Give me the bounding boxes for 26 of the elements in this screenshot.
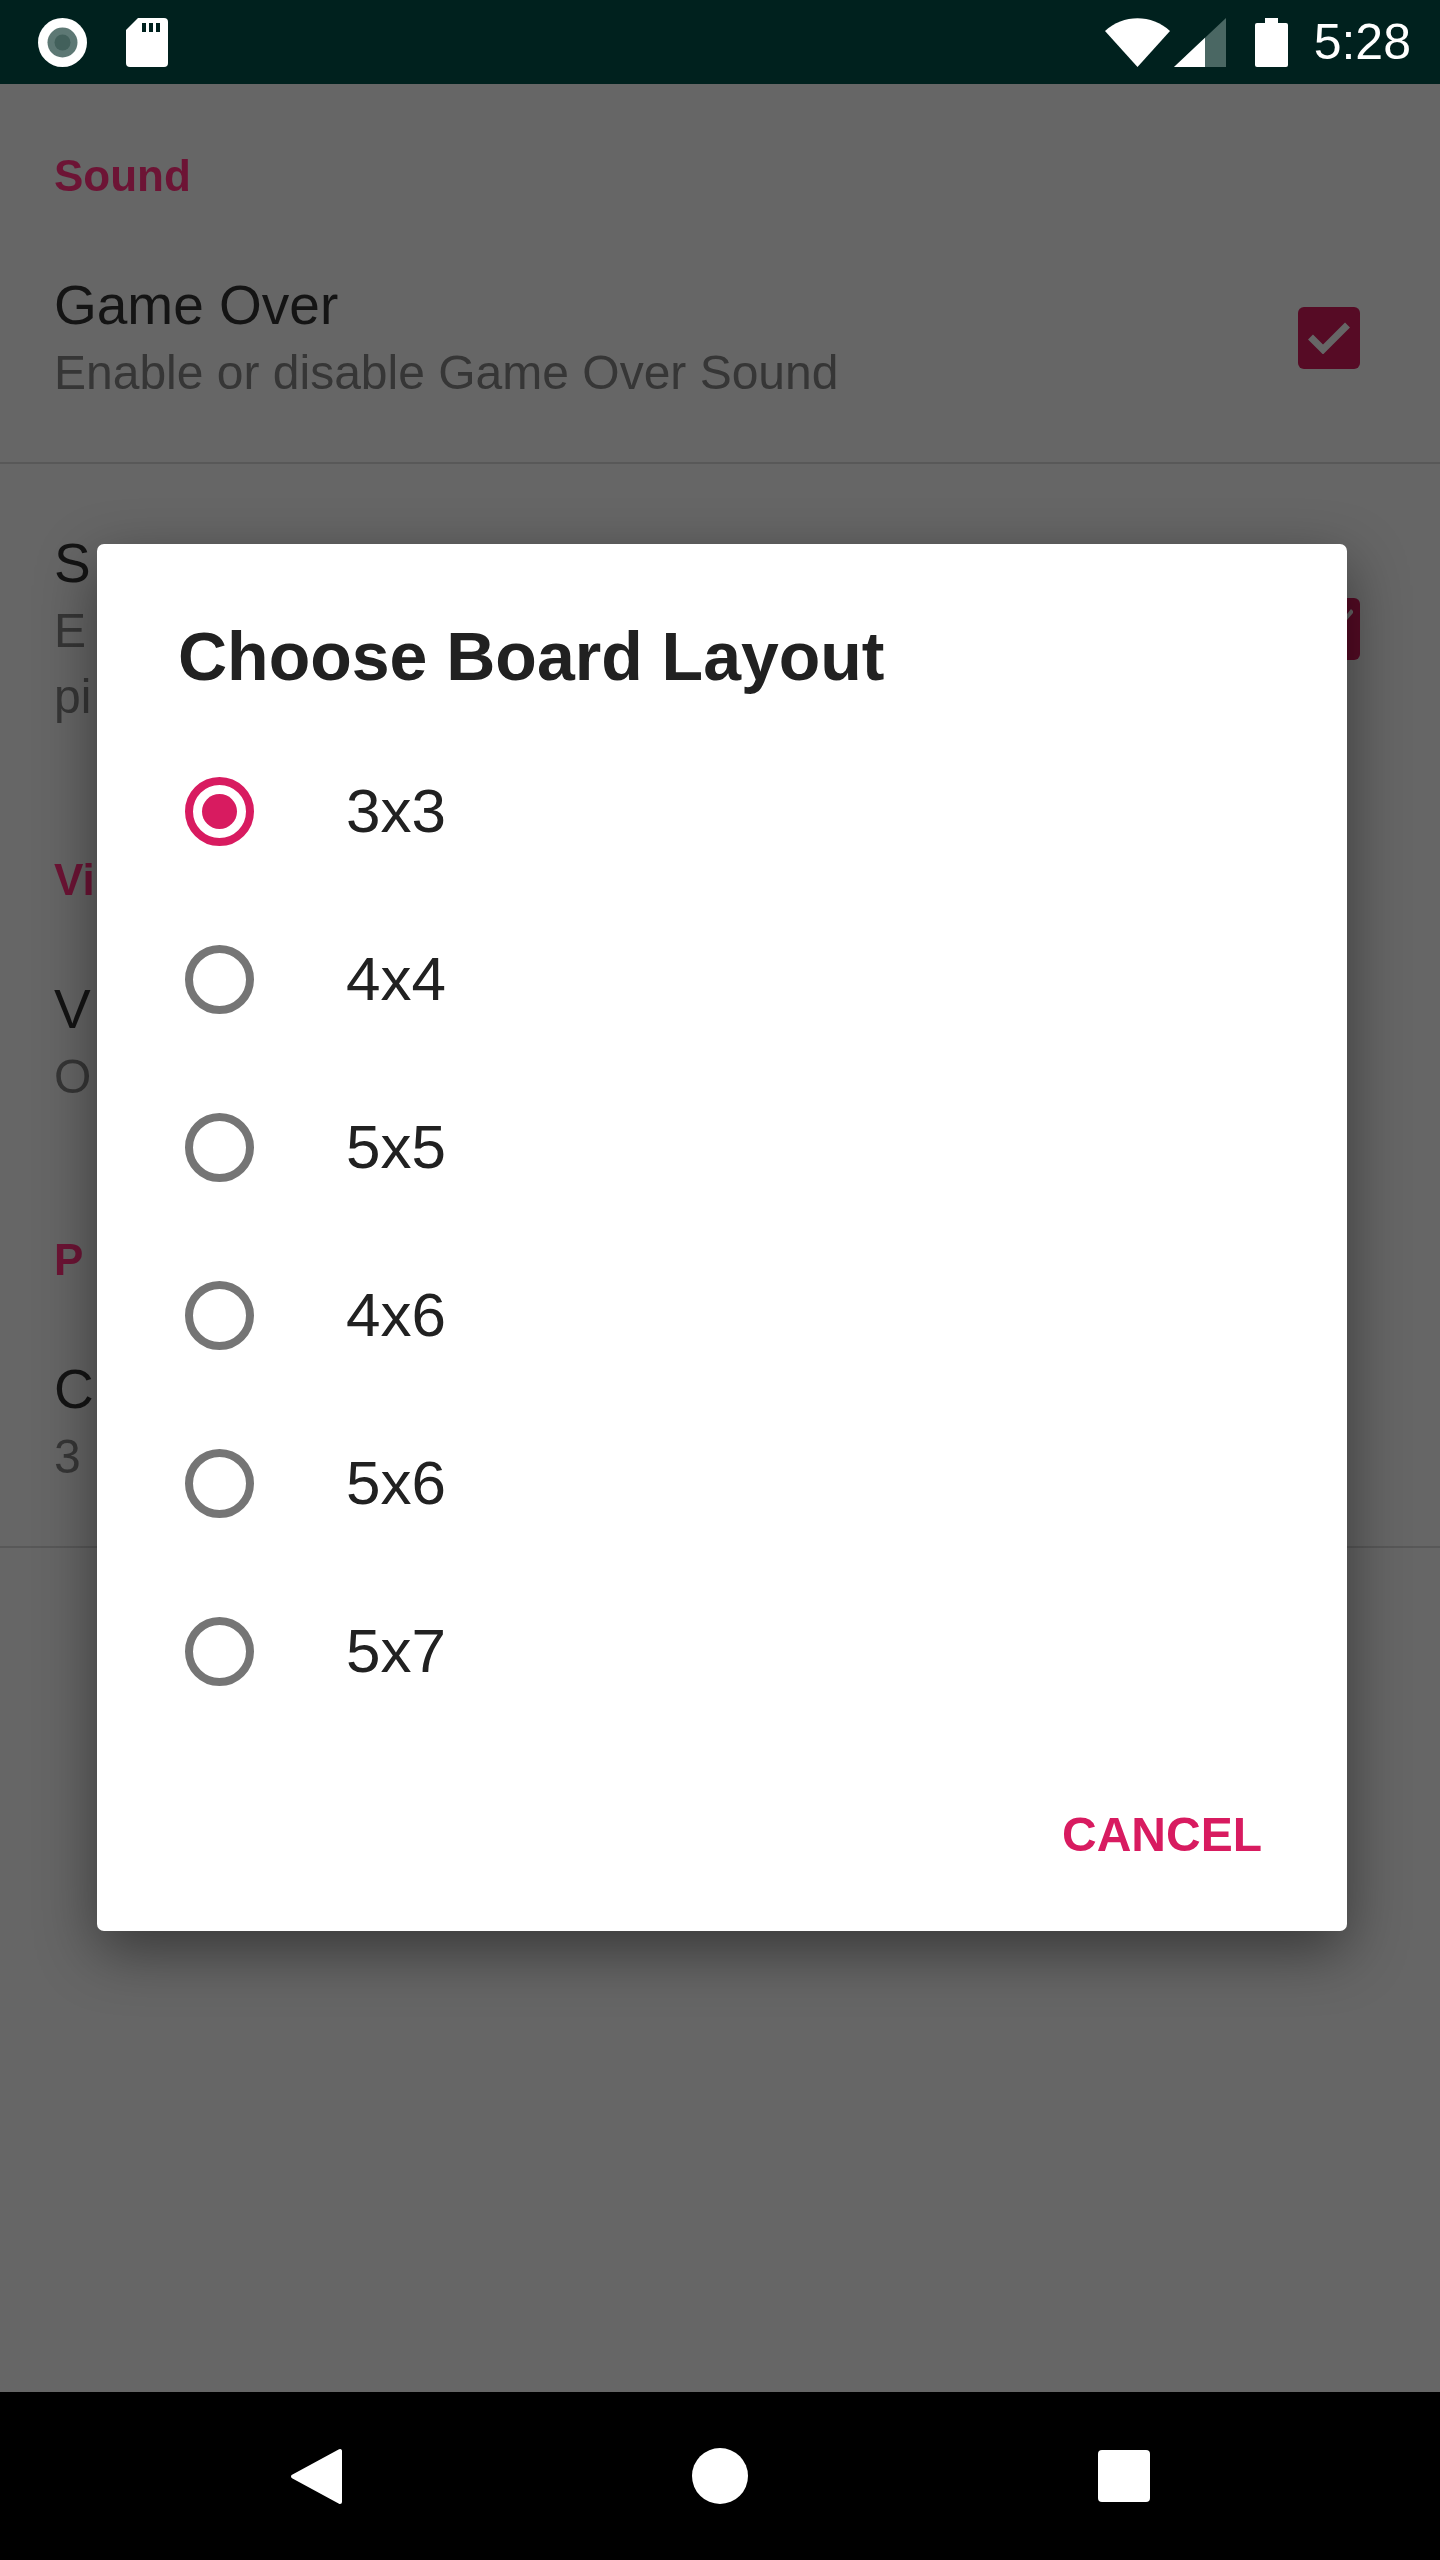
category-header: P <box>54 1235 84 1284</box>
battery-icon <box>1254 17 1288 67</box>
radio-option[interactable]: 5x7 <box>185 1615 446 1687</box>
radio-option[interactable]: 4x6 <box>185 1279 446 1351</box>
radio-option[interactable]: 5x5 <box>185 1111 446 1183</box>
home-icon[interactable] <box>692 2448 748 2504</box>
cancel-button[interactable]: CANCEL <box>1042 1785 1282 1885</box>
radio-option[interactable]: 4x4 <box>185 943 446 1015</box>
clock-time: 5:28 <box>1313 17 1411 67</box>
preference-title: Game Over <box>54 273 339 338</box>
check-icon <box>1308 322 1350 354</box>
category-header: Sound <box>54 151 191 200</box>
radio-option[interactable]: 3x3 <box>185 775 446 847</box>
wifi-icon <box>1104 17 1170 67</box>
checkbox[interactable] <box>1298 307 1360 369</box>
preference-title: C <box>54 1357 94 1422</box>
dialog-title: Choose Board Layout <box>178 618 885 694</box>
category-header: Vi <box>54 855 95 904</box>
signal-icon <box>1173 17 1226 67</box>
sd-card-icon <box>126 17 168 67</box>
preference-title: V <box>54 977 91 1042</box>
radio-option[interactable]: 5x6 <box>185 1447 446 1519</box>
preference-title: S <box>54 531 91 596</box>
checkbox[interactable] <box>1347 598 1360 660</box>
circle-icon <box>38 17 87 67</box>
back-icon[interactable] <box>290 2447 342 2505</box>
